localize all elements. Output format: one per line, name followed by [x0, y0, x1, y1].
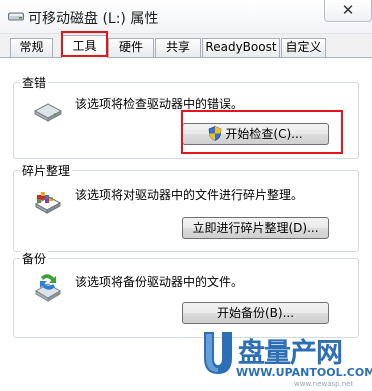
defrag-icon: [34, 192, 62, 214]
watermark: U 盘量产网 WWW.UPANTOOL.COM www.newasp.net: [198, 328, 372, 391]
tab-customize[interactable]: 自定义: [281, 38, 326, 57]
defrag-now-label: 立即进行碎片整理(D)...: [192, 221, 319, 235]
u-logo-icon: [204, 332, 232, 374]
button-highlight-frame: [181, 110, 343, 154]
watermark-sub: www.newasp.net: [294, 380, 354, 388]
tab-readyboost[interactable]: ReadyBoost: [202, 38, 280, 57]
tab-strip: 常规 工具 硬件 共享 ReadyBoost 自定义: [0, 35, 372, 58]
defrag-title: 碎片整理: [20, 162, 73, 179]
defrag-description: 该选项将对驱动器中的文件进行碎片整理。: [75, 188, 304, 202]
defrag-group: 碎片整理 该选项将对驱动器中的文件进行碎片整理。 立即进行碎片整理(D)...: [13, 162, 359, 252]
disk-check-icon: [33, 103, 63, 122]
backup-title: 备份: [20, 250, 49, 267]
error-check-title: 查错: [20, 74, 49, 91]
watermark-brand: 盘量产网: [238, 338, 343, 369]
start-backup-button[interactable]: 开始备份(B)...: [182, 302, 329, 324]
start-backup-label: 开始备份(B)...: [216, 306, 295, 320]
title-bar: 可移动磁盘 (L:) 属性 ✕: [0, 0, 372, 34]
backup-icon: [35, 274, 61, 302]
defrag-now-button[interactable]: 立即进行碎片整理(D)...: [182, 217, 329, 239]
drive-icon: [8, 12, 24, 21]
close-button[interactable]: ✕: [324, 0, 372, 22]
tab-hardware[interactable]: 硬件: [108, 38, 154, 57]
window-title: 可移动磁盘 (L:) 属性: [28, 11, 159, 27]
backup-group: 备份 该选项将备份驱动器中的文件。 开始备份(B)...: [13, 250, 359, 338]
watermark-url: WWW.UPANTOOL.COM: [236, 366, 372, 379]
tab-general[interactable]: 常规: [10, 38, 53, 57]
tab-sharing[interactable]: 共享: [155, 38, 201, 57]
tab-highlight-frame: [61, 31, 108, 57]
backup-description: 该选项将备份驱动器中的文件。: [75, 275, 244, 289]
close-icon: ✕: [341, 1, 355, 19]
